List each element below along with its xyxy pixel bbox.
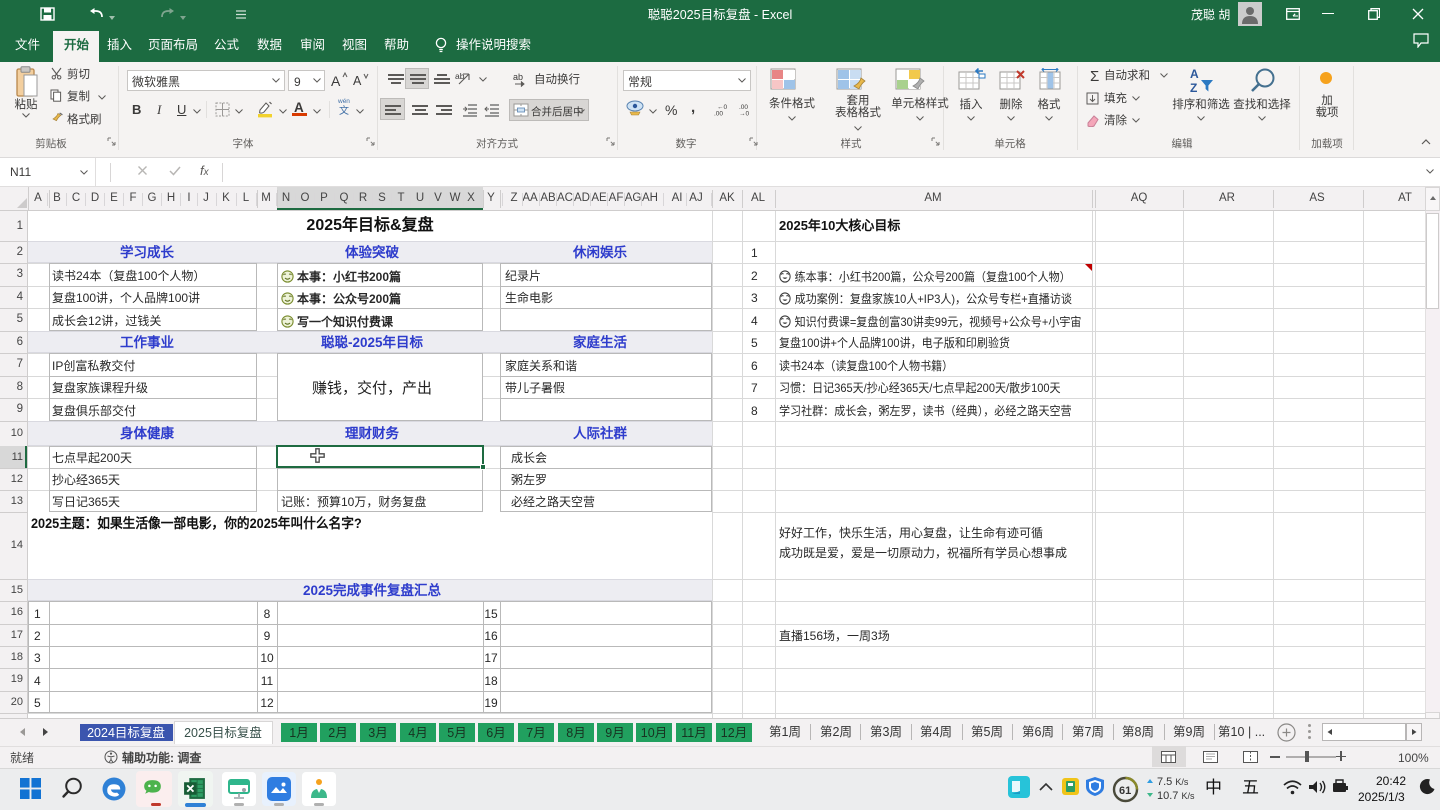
svg-text:ab: ab	[513, 72, 523, 82]
svg-text:Z: Z	[1190, 81, 1197, 94]
svg-text:.00: .00	[714, 111, 723, 117]
svg-text:→0: →0	[739, 111, 750, 117]
svg-text:A: A	[1190, 67, 1199, 81]
svg-text:61: 61	[1119, 785, 1131, 797]
